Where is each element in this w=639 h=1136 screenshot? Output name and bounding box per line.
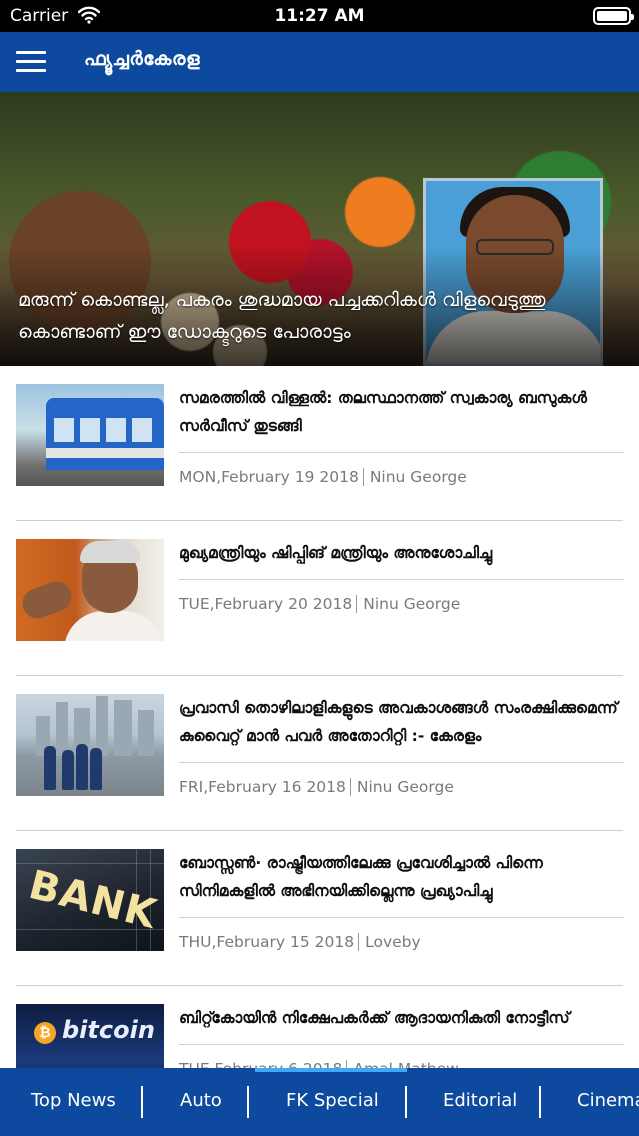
bottom-tab-bar: Top News Auto FK Special Editorial Cinem… (0, 1068, 639, 1136)
article-title: ബിറ്റ്കോയിൻ നിക്ഷേപകർക്ക് ആദായനികുതി നോട… (179, 1009, 570, 1027)
article-thumbnail (16, 694, 164, 796)
selected-tab-indicator (255, 1068, 407, 1072)
article-date: TUE,February 20 2018 (179, 595, 353, 613)
hero-title: മരുന്ന് കൊണ്ടല്ല, പകരം ശുദ്ധമായ പച്ചക്കറ… (18, 289, 546, 343)
article-title: ബോസ്സൺ· രാഷ്ട്രീയത്തിലേക്കു പ്രവേശിച്ചാൽ… (179, 854, 543, 900)
list-item[interactable]: സമരത്തിൽ വിള്ളൽ: തലസ്ഥാനത്ത് സ്വകാര്യ ബസ… (0, 366, 639, 521)
article-thumbnail (16, 539, 164, 641)
article-meta: FRI,February 16 2018 Ninu George (179, 778, 454, 796)
article-thumbnail: BANK (16, 849, 164, 951)
article-date: TUE,February 6 2018 (179, 1060, 342, 1068)
article-date: THU,February 15 2018 (179, 933, 355, 951)
list-item[interactable]: പ്രവാസി തൊഴിലാളികളുടെ അവകാശങ്ങൾ സംരക്ഷിക… (0, 676, 639, 831)
status-time: 11:27 AM (274, 6, 365, 26)
tab-top-news[interactable]: Top News (31, 1090, 116, 1111)
article-title: മുഖ്യമന്ത്രിയും ഷിപ്പിങ് മന്ത്രിയും അനുശ… (179, 544, 493, 562)
article-author: Ninu George (356, 595, 461, 613)
list-item[interactable]: ₿ bitcoin ബിറ്റ്കോയിൻ നിക്ഷേപകർക്ക് ആദായ… (0, 986, 639, 1068)
article-thumbnail: ₿ bitcoin (16, 1004, 164, 1068)
article-author: Loveby (358, 933, 421, 951)
article-title: പ്രവാസി തൊഴിലാളികളുടെ അവകാശങ്ങൾ സംരക്ഷിക… (179, 699, 618, 745)
bitcoin-sign-text: bitcoin (62, 1016, 155, 1044)
app-header: ഫ്യൂച്ചർകേരള (0, 32, 639, 92)
list-item[interactable]: BANK ബോസ്സൺ· രാഷ്ട്രീയത്തിലേക്കു പ്രവേശി… (0, 831, 639, 986)
tab-cinema[interactable]: Cinema (577, 1090, 639, 1111)
article-meta: TUE,February 6 2018 Amal Mathew (179, 1060, 459, 1068)
bank-sign-text: BANK (24, 861, 162, 939)
article-author: Amal Mathew (346, 1060, 459, 1068)
app-logo: ഫ്യൂച്ചർകേരള (84, 48, 201, 70)
article-date: FRI,February 16 2018 (179, 778, 346, 796)
news-list[interactable]: സമരത്തിൽ വിള്ളൽ: തലസ്ഥാനത്ത് സ്വകാര്യ ബസ… (0, 366, 639, 1068)
article-author: Ninu George (349, 778, 454, 796)
hero-story[interactable]: മരുന്ന് കൊണ്ടല്ല, പകരം ശുദ്ധമായ പച്ചക്കറ… (0, 92, 639, 366)
article-meta: THU,February 15 2018 Loveby (179, 933, 421, 951)
battery-icon (593, 7, 634, 25)
list-item[interactable]: മുഖ്യമന്ത്രിയും ഷിപ്പിങ് മന്ത്രിയും അനുശ… (0, 521, 639, 676)
tab-editorial[interactable]: Editorial (443, 1090, 517, 1111)
tab-fk-special[interactable]: FK Special (286, 1090, 379, 1111)
article-meta: MON,February 19 2018 Ninu George (179, 468, 467, 486)
bitcoin-icon: ₿ (34, 1022, 56, 1044)
article-title: സമരത്തിൽ വിള്ളൽ: തലസ്ഥാനത്ത് സ്വകാര്യ ബസ… (179, 389, 587, 435)
article-author: Ninu George (362, 468, 467, 486)
status-bar: Carrier 11:27 AM (0, 0, 639, 32)
article-thumbnail (16, 384, 164, 486)
article-date: MON,February 19 2018 (179, 468, 359, 486)
hamburger-menu-icon[interactable] (16, 51, 46, 73)
tab-auto[interactable]: Auto (180, 1090, 222, 1111)
article-meta: TUE,February 20 2018 Ninu George (179, 595, 461, 613)
